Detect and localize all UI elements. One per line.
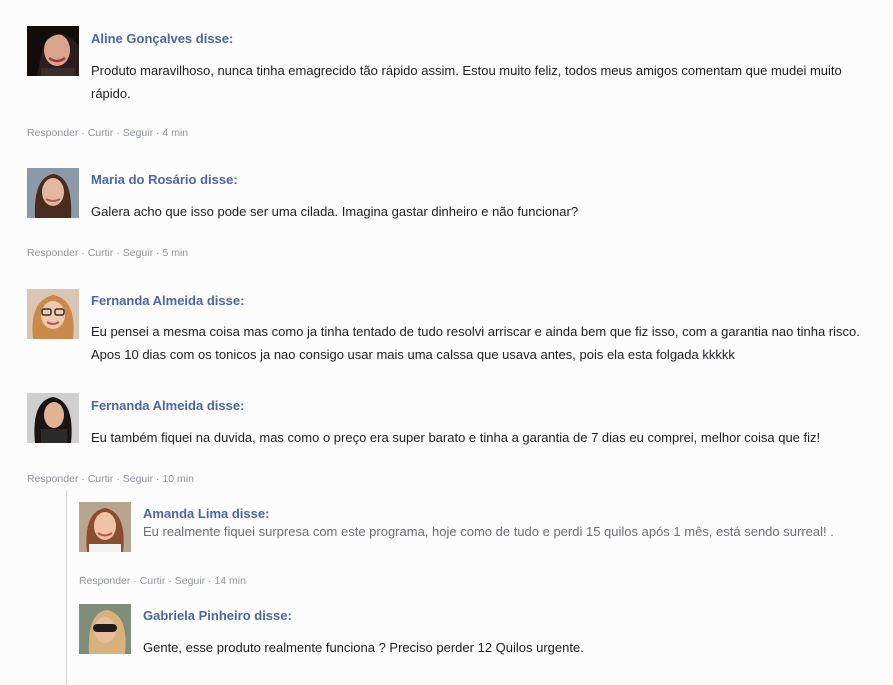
avatar[interactable] [27,26,79,76]
comment-author[interactable]: Fernanda Almeida disse: [91,293,244,308]
follow-link[interactable]: Seguir [175,575,205,587]
reply-author[interactable]: Gabriela Pinheiro disse: [143,608,292,623]
avatar[interactable] [27,168,79,218]
comment-author[interactable]: Aline Gonçalves disse: [91,31,233,46]
separator: · [168,575,172,587]
like-link[interactable]: Curtir [88,127,114,139]
reply-text: Eu realmente fiquei surpresa com este pr… [143,524,834,539]
reply-link[interactable]: Responder [79,575,130,587]
comment-author[interactable]: Fernanda Almeida disse: [91,398,244,413]
comment-text: Eu também fiquei na duvida, mas como o p… [91,430,821,445]
separator: · [116,473,120,485]
reply-text: Gente, esse produto realmente funciona ?… [143,640,584,655]
reply-author[interactable]: Amanda Lima disse: [143,506,269,521]
like-link[interactable]: Curtir [140,575,166,587]
reply-actions: Responder · Curtir · Seguir · 14 min [79,575,246,587]
reply-thread-line [66,490,67,685]
avatar[interactable] [27,393,79,443]
comment-actions: Responder · Curtir · Seguir · 4 min [27,127,188,139]
comment-text: Eu pensei a mesma coisa mas como ja tinh… [91,324,860,362]
timestamp: 5 min [162,247,189,259]
separator: · [116,247,120,259]
separator: · [156,127,160,139]
separator: · [81,473,85,485]
follow-link[interactable]: Seguir [123,247,153,259]
avatar[interactable] [27,289,79,339]
comment-text: Produto maravilhoso, nunca tinha emagrec… [91,63,842,101]
reply-link[interactable]: Responder [27,247,78,259]
separator: · [156,473,160,485]
avatar[interactable] [79,502,131,552]
timestamp: 14 min [214,575,246,587]
like-link[interactable]: Curtir [88,473,114,485]
avatar[interactable] [79,604,131,654]
timestamp: 4 min [162,127,189,139]
comment-text: Galera acho que isso pode ser uma cilada… [91,204,579,219]
reply-link[interactable]: Responder [27,473,78,485]
like-link[interactable]: Curtir [88,247,114,259]
follow-link[interactable]: Seguir [123,127,153,139]
separator: · [156,247,160,259]
comment-actions: Responder · Curtir · Seguir · 5 min [27,247,188,259]
comment-author[interactable]: Maria do Rosário disse: [91,172,238,187]
separator: · [81,127,85,139]
reply-link[interactable]: Responder [27,127,78,139]
comment-actions: Responder · Curtir · Seguir · 10 min [27,473,194,485]
separator: · [208,575,212,587]
timestamp: 10 min [162,473,194,485]
separator: · [133,575,137,587]
separator: · [116,127,120,139]
follow-link[interactable]: Seguir [123,473,153,485]
separator: · [81,247,85,259]
